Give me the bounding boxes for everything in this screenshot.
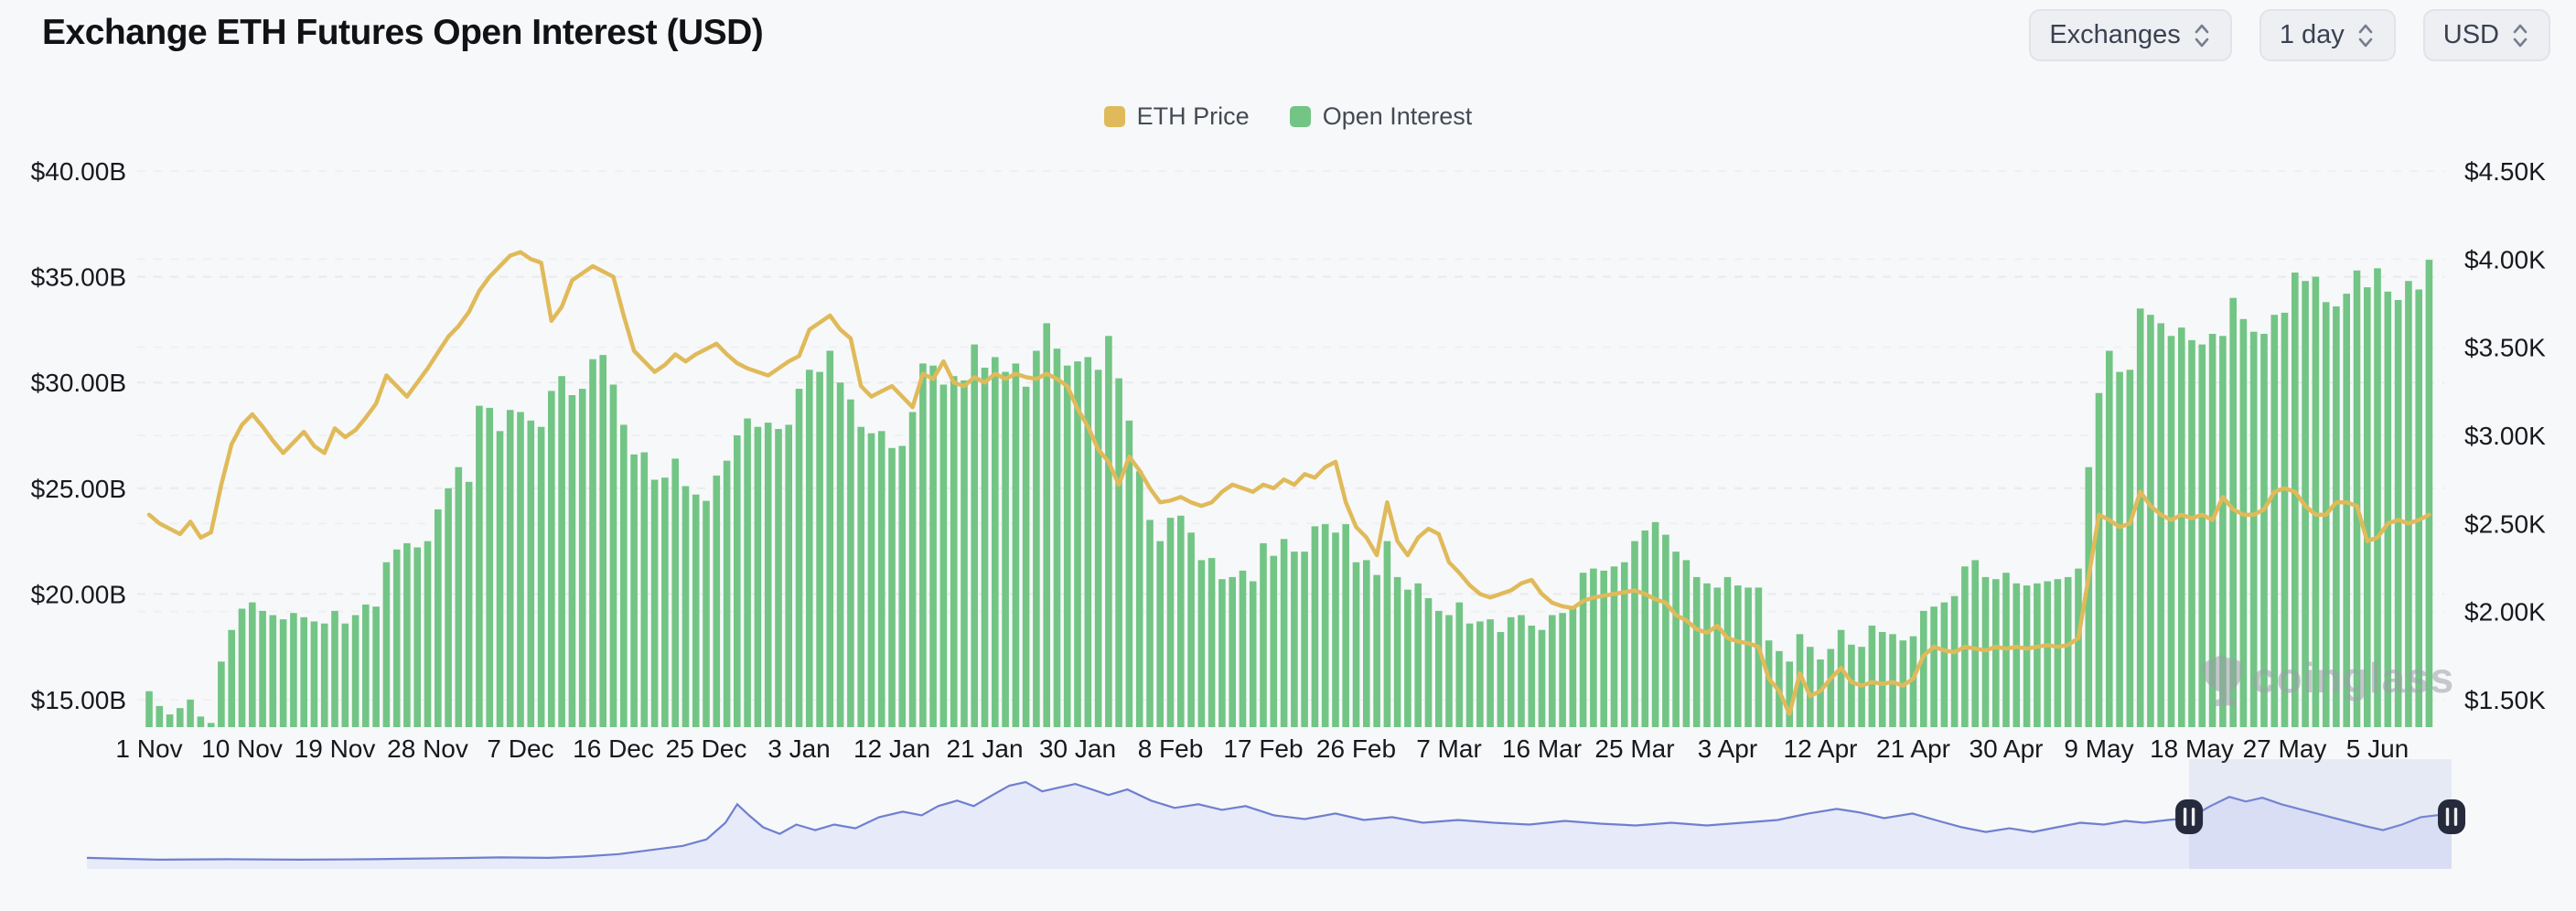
svg-text:19 Nov: 19 Nov <box>295 734 376 763</box>
svg-text:$40.00B: $40.00B <box>31 157 126 186</box>
svg-text:$20.00B: $20.00B <box>31 580 126 608</box>
svg-text:17 Feb: 17 Feb <box>1223 734 1303 763</box>
svg-text:$3.50K: $3.50K <box>2464 334 2546 362</box>
svg-text:7 Dec: 7 Dec <box>487 734 553 763</box>
svg-text:coinglass: coinglass <box>2252 654 2454 702</box>
svg-text:$35.00B: $35.00B <box>31 263 126 292</box>
svg-text:7 Mar: 7 Mar <box>1416 734 1482 763</box>
svg-text:$4.50K: $4.50K <box>2464 157 2546 186</box>
svg-text:5 Jun: 5 Jun <box>2346 734 2410 763</box>
svg-text:3 Jan: 3 Jan <box>767 734 831 763</box>
svg-text:$30.00B: $30.00B <box>31 369 126 397</box>
navigator-selection[interactable] <box>2189 759 2452 869</box>
svg-text:21 Jan: 21 Jan <box>946 734 1023 763</box>
svg-text:12 Apr: 12 Apr <box>1784 734 1858 763</box>
svg-text:8 Feb: 8 Feb <box>1138 734 1204 763</box>
right-axis-labels: $4.50K $4.00K $3.50K $3.00K $2.50K $2.00K $1.5… <box>2464 157 2546 714</box>
x-axis-labels: 1 Nov 10 Nov 19 Nov 28 Nov 7 Dec 16 Dec 25 Dec… <box>115 734 2409 763</box>
svg-text:18 May: 18 May <box>2150 734 2234 763</box>
svg-text:10 Nov: 10 Nov <box>201 734 283 763</box>
coinglass-watermark: coinglass <box>2202 654 2454 706</box>
open-interest-chart[interactable]: coinglass $40.00B $35.00B $30.00B $25.00B $20… <box>0 0 2576 911</box>
navigator-area <box>87 782 2452 869</box>
svg-text:30 Apr: 30 Apr <box>1970 734 2044 763</box>
svg-text:$2.50K: $2.50K <box>2464 509 2546 538</box>
svg-text:$1.50K: $1.50K <box>2464 686 2546 714</box>
open-interest-bars[interactable] <box>145 260 2432 727</box>
svg-text:12 Jan: 12 Jan <box>853 734 930 763</box>
svg-text:$2.00K: $2.00K <box>2464 598 2546 627</box>
svg-text:30 Jan: 30 Jan <box>1039 734 1116 763</box>
svg-text:$4.00K: $4.00K <box>2464 245 2546 273</box>
svg-text:27 May: 27 May <box>2243 734 2327 763</box>
svg-text:16 Dec: 16 Dec <box>573 734 654 763</box>
left-axis-labels: $40.00B $35.00B $30.00B $25.00B $20.00B $15.0… <box>31 157 126 714</box>
svg-text:28 Nov: 28 Nov <box>387 734 468 763</box>
svg-text:1 Nov: 1 Nov <box>115 734 182 763</box>
svg-text:9 May: 9 May <box>2064 734 2133 763</box>
svg-text:$25.00B: $25.00B <box>31 475 126 503</box>
navigator-right-handle[interactable] <box>2438 799 2465 834</box>
coinglass-eth-open-interest-page: Exchange ETH Futures Open Interest (USD)… <box>0 0 2576 911</box>
svg-text:$3.00K: $3.00K <box>2464 422 2546 450</box>
svg-text:21 Apr: 21 Apr <box>1876 734 1950 763</box>
svg-text:3 Apr: 3 Apr <box>1698 734 1757 763</box>
range-navigator[interactable] <box>87 759 2465 869</box>
svg-text:26 Feb: 26 Feb <box>1316 734 1396 763</box>
svg-text:25 Mar: 25 Mar <box>1594 734 1674 763</box>
navigator-left-handle[interactable] <box>2175 799 2203 834</box>
svg-text:$15.00B: $15.00B <box>31 686 126 714</box>
svg-text:25 Dec: 25 Dec <box>666 734 747 763</box>
svg-text:16 Mar: 16 Mar <box>1502 734 1582 763</box>
